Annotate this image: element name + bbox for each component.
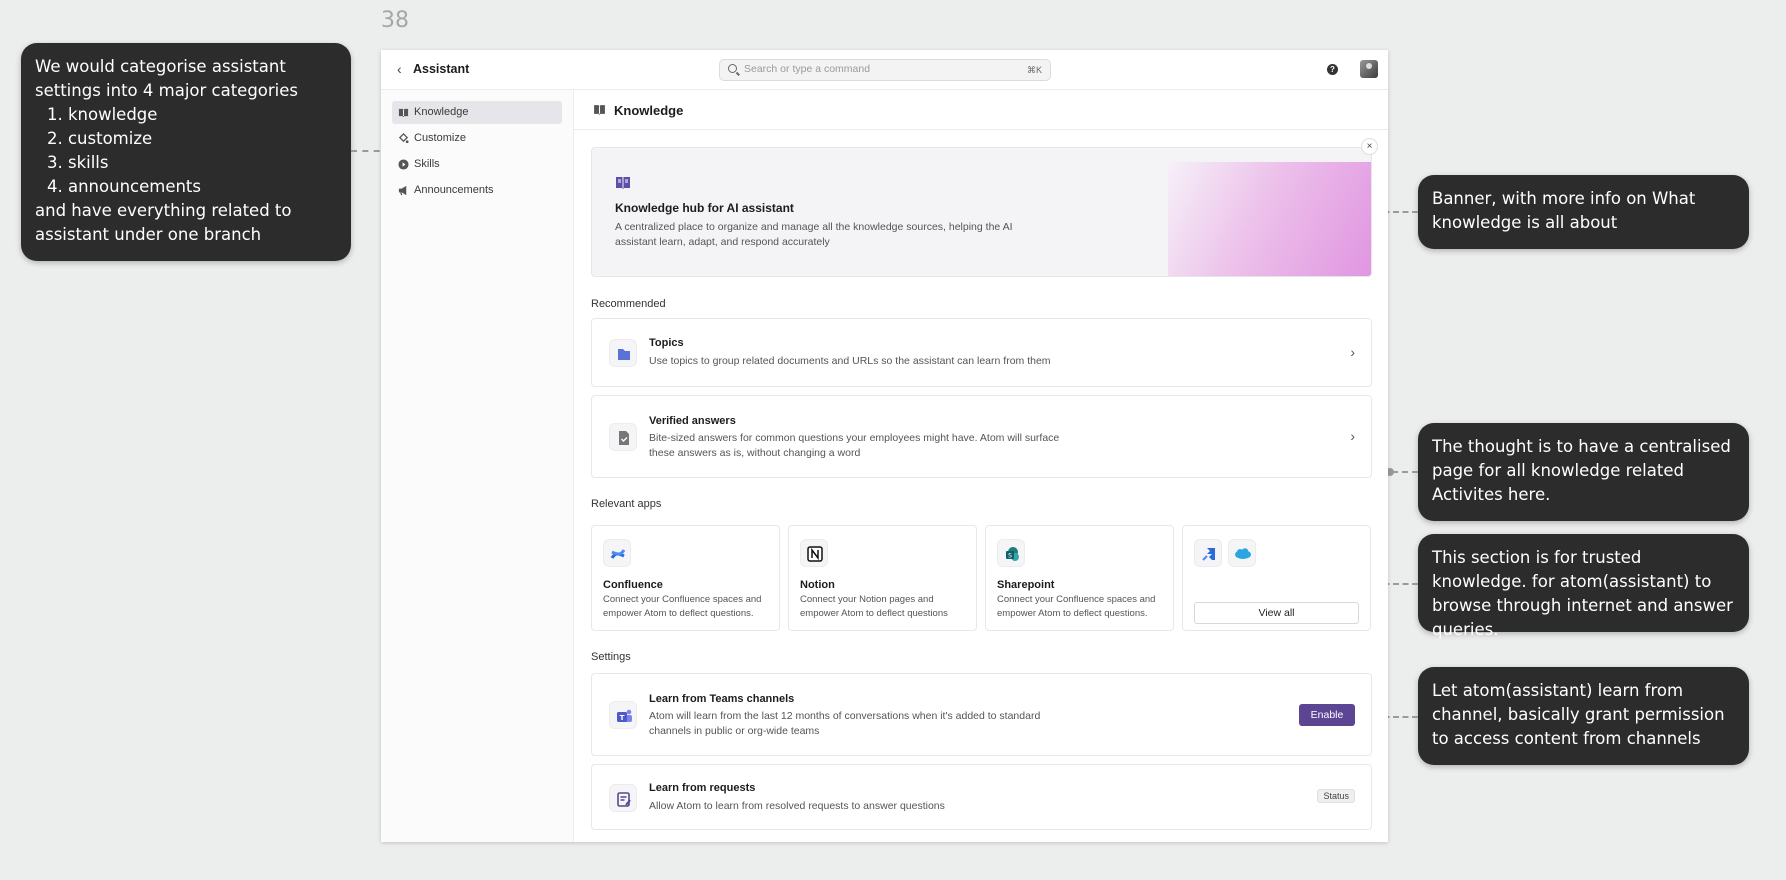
app-card-notion[interactable]: Notion Connect your Notion pages and emp…	[788, 525, 977, 631]
setting-title: Learn from requests	[649, 782, 756, 794]
knowledge-banner: Knowledge hub for AI assistant A central…	[591, 147, 1372, 277]
confluence-icon	[610, 549, 626, 559]
book-icon	[398, 108, 409, 118]
annotation-channel: Let atom(assistant) learn from channel, …	[1418, 667, 1749, 765]
folder-icon-wrap	[609, 339, 637, 367]
app-title: Confluence	[603, 579, 663, 591]
annotation-line: 2. customize	[47, 129, 153, 148]
jira-icon-wrap	[1194, 539, 1222, 567]
page-header: Knowledge	[574, 90, 1388, 130]
annotation-line: We would categorise assistant	[35, 57, 286, 76]
app-card-confluence[interactable]: Confluence Connect your Confluence space…	[591, 525, 780, 631]
banner-title: Knowledge hub for AI assistant	[615, 201, 794, 215]
verified-doc-icon	[619, 431, 629, 445]
play-circle-icon	[398, 159, 409, 170]
sidebar-item-customize[interactable]: Customize	[392, 127, 562, 150]
jira-icon	[1202, 548, 1215, 561]
sidebar-item-label: Skills	[414, 158, 440, 170]
annotation-line: 4. announcements	[47, 177, 201, 196]
app-title: Sharepoint	[997, 579, 1055, 591]
confluence-icon-wrap	[603, 539, 631, 567]
banner-illustration	[1168, 162, 1371, 276]
setting-description: Allow Atom to learn from resolved reques…	[649, 800, 945, 812]
app-description: Connect your Confluence spaces and empow…	[997, 594, 1156, 619]
annotation-line: 3. skills	[47, 153, 109, 172]
svg-text:S: S	[1008, 553, 1012, 560]
annotation-line: 1. knowledge	[47, 105, 158, 124]
learn-from-requests-card: Learn from requests Allow Atom to learn …	[591, 764, 1372, 830]
command-search[interactable]: ⌘K	[719, 59, 1051, 81]
search-input[interactable]	[744, 63, 1004, 75]
app-description: Connect your Confluence spaces and empow…	[603, 594, 762, 619]
section-relevant-apps: Relevant apps	[591, 498, 662, 510]
sidebar-item-label: Customize	[414, 132, 466, 144]
card-title: Topics	[649, 337, 684, 349]
chevron-left-icon[interactable]: ‹	[397, 61, 402, 77]
main-content: Knowledge Knowledge hub for AI assistant…	[574, 90, 1388, 842]
edit-list-icon	[617, 792, 631, 807]
page-title: Knowledge	[614, 103, 684, 118]
salesforce-icon-wrap	[1228, 539, 1256, 567]
chevron-right-icon: ›	[1350, 428, 1355, 444]
verified-answers-card[interactable]: Verified answers Bite-sized answers for …	[591, 395, 1372, 478]
card-description: Bite-sized answers for common questions …	[649, 432, 1060, 459]
paint-bucket-icon	[398, 133, 409, 144]
sharepoint-icon: S	[1006, 547, 1019, 561]
close-icon[interactable]: ×	[1361, 138, 1378, 155]
chevron-right-icon: ›	[1350, 344, 1355, 360]
verified-doc-icon-wrap	[609, 423, 637, 451]
sidebar-item-knowledge[interactable]: Knowledge	[392, 101, 562, 124]
notion-icon-wrap	[800, 539, 828, 567]
sidebar-item-label: Knowledge	[414, 106, 469, 118]
annotation-line: and have everything related to	[35, 201, 292, 220]
teams-channels-card: T Learn from Teams channels Atom will le…	[591, 673, 1372, 756]
svg-text:T: T	[620, 714, 625, 722]
edit-list-icon-wrap	[609, 784, 637, 812]
app-title: Notion	[800, 579, 835, 591]
avatar[interactable]	[1360, 60, 1378, 78]
notion-icon	[807, 546, 823, 562]
annotation-connector	[1392, 471, 1418, 473]
sidebar-item-announcements[interactable]: Announcements	[392, 179, 562, 202]
annotation-trusted: This section is for trusted knowledge. f…	[1418, 534, 1749, 639]
setting-title: Learn from Teams channels	[649, 693, 795, 705]
book-icon	[616, 177, 630, 189]
sidebar-item-skills[interactable]: Skills	[392, 153, 562, 176]
annotation-central: The thought is to have a centralised pag…	[1418, 423, 1749, 521]
topics-card[interactable]: Topics Use topics to group related docum…	[591, 318, 1372, 387]
teams-icon: T	[617, 709, 632, 722]
salesforce-icon	[1235, 548, 1251, 559]
section-recommended: Recommended	[591, 298, 666, 310]
megaphone-icon	[398, 185, 407, 196]
annotation-categories: We would categorise assistant settings i…	[21, 43, 351, 261]
frame-number: 38	[381, 8, 409, 33]
section-settings: Settings	[591, 651, 631, 663]
card-description: Use topics to group related documents an…	[649, 355, 1051, 367]
card-title: Verified answers	[649, 415, 736, 427]
help-icon[interactable]: ?	[1327, 64, 1338, 75]
status-badge: Status	[1317, 789, 1355, 803]
app-card-sharepoint[interactable]: S Sharepoint Connect your Confluence spa…	[985, 525, 1174, 631]
folder-icon	[618, 349, 630, 360]
sidebar-item-label: Announcements	[414, 184, 494, 196]
book-icon	[594, 105, 605, 115]
enable-button[interactable]: Enable	[1299, 704, 1355, 726]
sidebar: Knowledge Customize Skills Announcements	[381, 90, 574, 842]
annotation-line: assistant under one branch	[35, 225, 262, 244]
view-all-button[interactable]: View all	[1194, 602, 1359, 624]
annotation-banner: Banner, with more info on What knowledge…	[1418, 175, 1749, 249]
app-description: Connect your Notion pages and empower At…	[800, 594, 948, 619]
sharepoint-icon-wrap: S	[997, 539, 1025, 567]
assistant-app-window: ‹ Assistant ⌘K ? Knowledge Customize Ski…	[381, 50, 1388, 842]
top-bar: ‹ Assistant ⌘K ?	[381, 50, 1388, 90]
app-card-more: View all	[1182, 525, 1371, 631]
setting-description: Atom will learn from the last 12 months …	[649, 710, 1041, 737]
banner-description: A centralized place to organize and mana…	[615, 221, 1013, 248]
shortcut-hint: ⌘K	[1026, 65, 1042, 75]
search-icon	[728, 64, 737, 73]
app-title: Assistant	[413, 62, 470, 76]
teams-icon-wrap: T	[609, 701, 637, 729]
annotation-line: settings into 4 major categories	[35, 81, 299, 100]
